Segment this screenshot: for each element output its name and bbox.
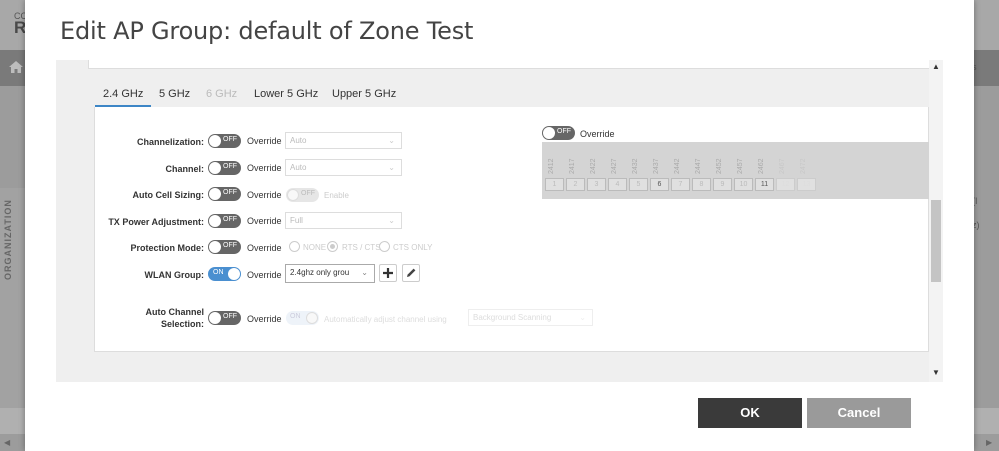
channel-frequency-label: 2437	[653, 158, 660, 174]
auto-cell-sizing-override-toggle[interactable]: OFF	[208, 187, 241, 201]
channelization-override-label: Override	[247, 136, 282, 146]
channelization-label: Channelization:	[137, 137, 204, 147]
channel-frequency-label: 2467	[779, 158, 786, 174]
auto-channel-selection-override-toggle[interactable]: OFF	[208, 311, 241, 325]
chevron-down-icon: ⌄	[361, 268, 368, 277]
channel-checkbox: 2	[566, 178, 585, 191]
channel-frequency-label: 2452	[716, 158, 723, 174]
channel-frequency-label: 2432	[632, 158, 639, 174]
tab-upper-5-ghz[interactable]: Upper 5 GHz	[324, 85, 404, 107]
auto-cell-sizing-enable-label: Enable	[324, 191, 349, 200]
channel-checkbox: 7	[671, 178, 690, 191]
protection-none-radio	[289, 241, 300, 252]
tx-power-select: Full ⌄	[285, 212, 402, 229]
wlan-group-select[interactable]: 2.4ghz only grou ⌄	[285, 264, 375, 283]
home-icon	[9, 61, 23, 73]
channel-checkbox: 12	[776, 178, 795, 191]
protection-mode-override-toggle[interactable]: OFF	[208, 240, 241, 254]
tab-6-ghz: 6 GHz	[206, 88, 238, 100]
channel-checkbox: 11	[755, 178, 774, 191]
chevron-down-icon: ⌄	[579, 313, 586, 322]
auto-cell-sizing-override-label: Override	[247, 190, 282, 200]
channel-frequency-label: 2427	[611, 158, 618, 174]
add-wlan-group-button[interactable]	[379, 264, 397, 282]
channel-checkbox: 6	[650, 178, 669, 191]
dialog-title: Edit AP Group: default of Zone Test	[60, 17, 474, 45]
channel-frequency-label: 2472	[800, 158, 807, 174]
channel-frequency-label: 2457	[737, 158, 744, 174]
chevron-down-icon: ⌄	[388, 163, 395, 172]
pencil-icon	[407, 268, 416, 277]
channel-frequency-label: 2422	[590, 158, 597, 174]
channel-checkbox: 9	[713, 178, 732, 191]
edit-wlan-group-button[interactable]	[402, 264, 420, 282]
auto-channel-selection-enable-toggle: ON	[286, 311, 319, 325]
auto-channel-description: Automatically adjust channel using	[324, 315, 447, 324]
cancel-button[interactable]: Cancel	[807, 398, 911, 428]
protection-rts-cts-label: RTS / CTS	[342, 243, 381, 252]
channel-override-toggle[interactable]: OFF	[208, 161, 241, 175]
scroll-up-icon[interactable]: ▲	[932, 62, 940, 71]
tab-lower-5-ghz[interactable]: Lower 5 GHz	[246, 85, 326, 107]
channelization-select: Auto ⌄	[285, 132, 402, 149]
chevron-down-icon: ⌄	[388, 216, 395, 225]
protection-mode-override-label: Override	[247, 243, 282, 253]
vertical-scrollbar[interactable]: ▲ ▼	[929, 60, 943, 382]
channel-checkbox: 8	[692, 178, 711, 191]
channel-frequency-label: 2462	[758, 158, 765, 174]
previous-section-strip	[88, 60, 943, 69]
tab-2-4-ghz[interactable]: 2.4 GHz	[95, 85, 152, 107]
protection-rts-cts-radio	[327, 241, 338, 252]
channel-checkbox: 1	[545, 178, 564, 191]
scroll-left-arrow-icon[interactable]: ◀	[4, 438, 10, 447]
channel-frequency-label: 2417	[569, 158, 576, 174]
channel-override-label: Override	[247, 163, 282, 173]
auto-channel-method-select: Background Scanning ⌄	[468, 309, 593, 326]
auto-channel-selection-label: Auto Channel Selection:	[145, 307, 205, 329]
scroll-down-icon[interactable]: ▼	[932, 368, 940, 377]
channel-frequency-label: 2442	[674, 158, 681, 174]
wlan-group-override-label: Override	[247, 270, 282, 280]
channel-checkbox: 4	[608, 178, 627, 191]
channel-select: Auto ⌄	[285, 159, 402, 176]
channelization-override-toggle[interactable]: OFF	[208, 134, 241, 148]
wlan-group-label: WLAN Group:	[144, 270, 204, 280]
protection-cts-only-label: CTS ONLY	[393, 243, 433, 252]
channel-checkbox: 10	[734, 178, 753, 191]
tx-power-override-toggle[interactable]: OFF	[208, 214, 241, 228]
scrollbar-thumb[interactable]	[931, 200, 941, 282]
ok-button[interactable]: OK	[698, 398, 802, 428]
channel-frequency-label: 2412	[548, 158, 555, 174]
channel-grid-override-toggle[interactable]: OFF	[542, 126, 575, 140]
channel-frequency-label: 2447	[695, 158, 702, 174]
channel-checkbox: 3	[587, 178, 606, 191]
protection-none-label: NONE	[303, 243, 327, 252]
protection-mode-label: Protection Mode:	[130, 243, 205, 253]
channel-grid-override-label: Override	[580, 129, 615, 139]
wlan-group-value: 2.4ghz only grou	[290, 268, 350, 277]
protection-cts-only-radio	[379, 241, 390, 252]
chevron-down-icon: ⌄	[388, 136, 395, 145]
channel-grid: 2412 1 2417 2 2422 3 2427 4 2432 5 2437 6 2442 7 2447 8…	[542, 142, 929, 199]
auto-channel-selection-override-label: Override	[247, 314, 282, 324]
tx-power-override-label: Override	[247, 216, 282, 226]
tx-power-label: TX Power Adjustment:	[108, 217, 204, 227]
scroll-right-arrow-icon[interactable]: ▶	[986, 438, 992, 447]
auto-cell-sizing-enable-toggle: OFF	[286, 188, 319, 202]
channel-checkbox: 5	[629, 178, 648, 191]
organization-label: ORGANIZATION	[3, 199, 13, 280]
channel-checkbox: 13	[797, 178, 816, 191]
tab-5-ghz[interactable]: 5 GHz	[151, 85, 198, 107]
auto-cell-sizing-label: Auto Cell Sizing:	[132, 190, 205, 200]
plus-icon	[383, 268, 393, 278]
channel-label: Channel:	[165, 164, 204, 174]
wlan-group-override-toggle[interactable]: ON	[208, 267, 241, 281]
